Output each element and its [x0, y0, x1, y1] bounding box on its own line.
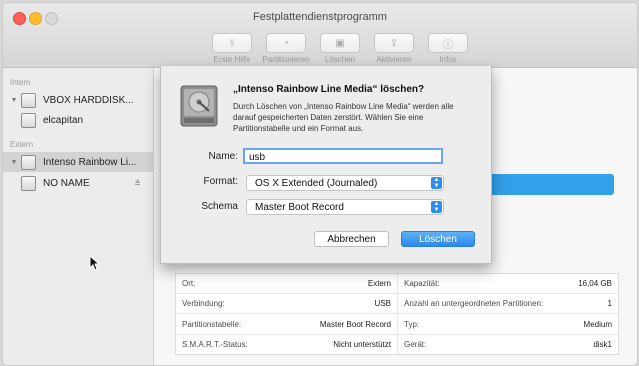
stethoscope-icon: ⚕ — [212, 33, 252, 53]
disclosure-triangle-icon[interactable]: ▼ — [7, 159, 21, 166]
erase-label: Löschen — [324, 55, 356, 64]
info-icon: ⓘ — [428, 33, 468, 53]
sidebar-item-vbox-harddisk[interactable]: ▼ VBOX HARDDISK... — [3, 90, 153, 110]
eject-icon[interactable]: ≙ — [134, 179, 141, 188]
sidebar-item-label: VBOX HARDDISK... — [43, 94, 134, 106]
disclosure-triangle-icon[interactable]: ▼ — [7, 97, 21, 104]
chevron-updown-icon: ▲ ▼ — [431, 201, 442, 213]
table-row: Partitionstabelle: Master Boot Record — [176, 314, 398, 335]
info-value: Master Boot Record — [319, 319, 391, 329]
partition-icon: ◔ — [266, 33, 306, 53]
volume-icon — [21, 175, 36, 191]
disk-icon — [21, 154, 36, 170]
info-button[interactable]: ⓘ Infos — [424, 33, 472, 64]
info-key: Gerät: — [404, 339, 427, 349]
sidebar-item-elcapitan[interactable]: elcapitan — [3, 110, 153, 130]
table-row: Ort: Extern — [176, 274, 398, 294]
section-extern: Extern — [10, 140, 34, 149]
info-value: Nicht unterstützt — [333, 339, 391, 349]
erase-button[interactable]: ▣ Löschen — [316, 33, 364, 64]
info-value: disk1 — [593, 339, 612, 349]
chevron-updown-icon: ▲ ▼ — [431, 177, 442, 189]
sidebar-item-label: Intenso Rainbow Li... — [43, 156, 137, 168]
table-row: S.M.A.R.T.-Status: Nicht unterstützt — [176, 334, 398, 354]
info-value: USB — [374, 299, 391, 309]
scheme-label: Schema — [201, 201, 238, 212]
mount-button[interactable]: ⇪ Aktivieren — [370, 33, 418, 64]
erase-confirm-button[interactable]: Löschen — [401, 231, 475, 247]
dialog-title: „Intenso Rainbow Line Media“ löschen? — [233, 84, 425, 95]
info-value: Medium — [583, 319, 612, 329]
disk-icon — [21, 92, 36, 108]
erase-icon: ▣ — [320, 33, 360, 53]
format-select[interactable]: OS X Extended (Journaled) ▲ ▼ — [246, 175, 444, 191]
info-value: 16,04 GB — [578, 279, 612, 288]
table-row: Anzahl an untergeordneten Partitionen: 1 — [398, 294, 618, 315]
info-key: Partitionstabelle: — [182, 319, 242, 329]
format-label: Format: — [203, 176, 238, 187]
mount-icon: ⇪ — [374, 33, 414, 53]
volume-icon — [21, 112, 36, 128]
info-key: Verbindung: — [182, 299, 225, 309]
window-title: Festplattendienstprogramm — [253, 11, 387, 23]
partition-label: Partitionieren — [262, 55, 310, 64]
sidebar-item-label: NO NAME — [43, 177, 90, 189]
first-aid-label: Erste Hilfe — [213, 55, 251, 64]
dialog-message: Durch Löschen von „Intenso Rainbow Line … — [233, 102, 454, 133]
scheme-value: Master Boot Record — [255, 202, 344, 213]
table-row: Gerät: disk1 — [398, 335, 618, 354]
sidebar-item-intenso[interactable]: ▼ Intenso Rainbow Li... — [3, 152, 153, 172]
scheme-select[interactable]: Master Boot Record ▲ ▼ — [246, 199, 444, 215]
table-row: Kapazität: 16,04 GB — [398, 274, 618, 294]
mouse-cursor-icon — [89, 255, 101, 271]
mount-label: Aktivieren — [376, 55, 412, 64]
info-key: S.M.A.R.T.-Status: — [182, 339, 248, 349]
info-key: Typ: — [404, 319, 420, 329]
info-key: Kapazität: — [404, 279, 440, 288]
first-aid-button[interactable]: ⚕ Erste Hilfe — [208, 33, 256, 64]
hard-drive-icon — [180, 85, 218, 127]
info-value: Extern — [367, 279, 391, 288]
table-row: Verbindung: USB — [176, 294, 398, 315]
title-bar: Festplattendienstprogramm ⚕ Erste Hilfe … — [3, 3, 637, 68]
toolbar: ⚕ Erste Hilfe ◔ Partitionieren ▣ Löschen… — [208, 33, 472, 64]
sidebar-item-label: elcapitan — [43, 114, 84, 126]
info-value: 1 — [607, 299, 612, 309]
cancel-button[interactable]: Abbrechen — [314, 231, 389, 247]
name-label: Name: — [208, 151, 238, 162]
format-value: OS X Extended (Journaled) — [255, 178, 378, 189]
partition-button[interactable]: ◔ Partitionieren — [262, 33, 310, 64]
info-key: Ort: — [182, 279, 196, 288]
name-field[interactable]: usb — [243, 148, 443, 164]
section-intern: Intern — [10, 78, 31, 87]
info-label: Infos — [439, 55, 457, 64]
sidebar-item-no-name[interactable]: NO NAME ≙ — [3, 173, 153, 193]
table-row: Typ: Medium — [398, 315, 618, 335]
info-table: Ort: Extern Kapazität: 16,04 GB Verbindung… — [175, 273, 619, 355]
info-key: Anzahl an untergeordneten Partitionen: — [404, 299, 544, 309]
sidebar: Intern ▼ VBOX HARDDISK... elcapitan Exte… — [3, 68, 154, 365]
